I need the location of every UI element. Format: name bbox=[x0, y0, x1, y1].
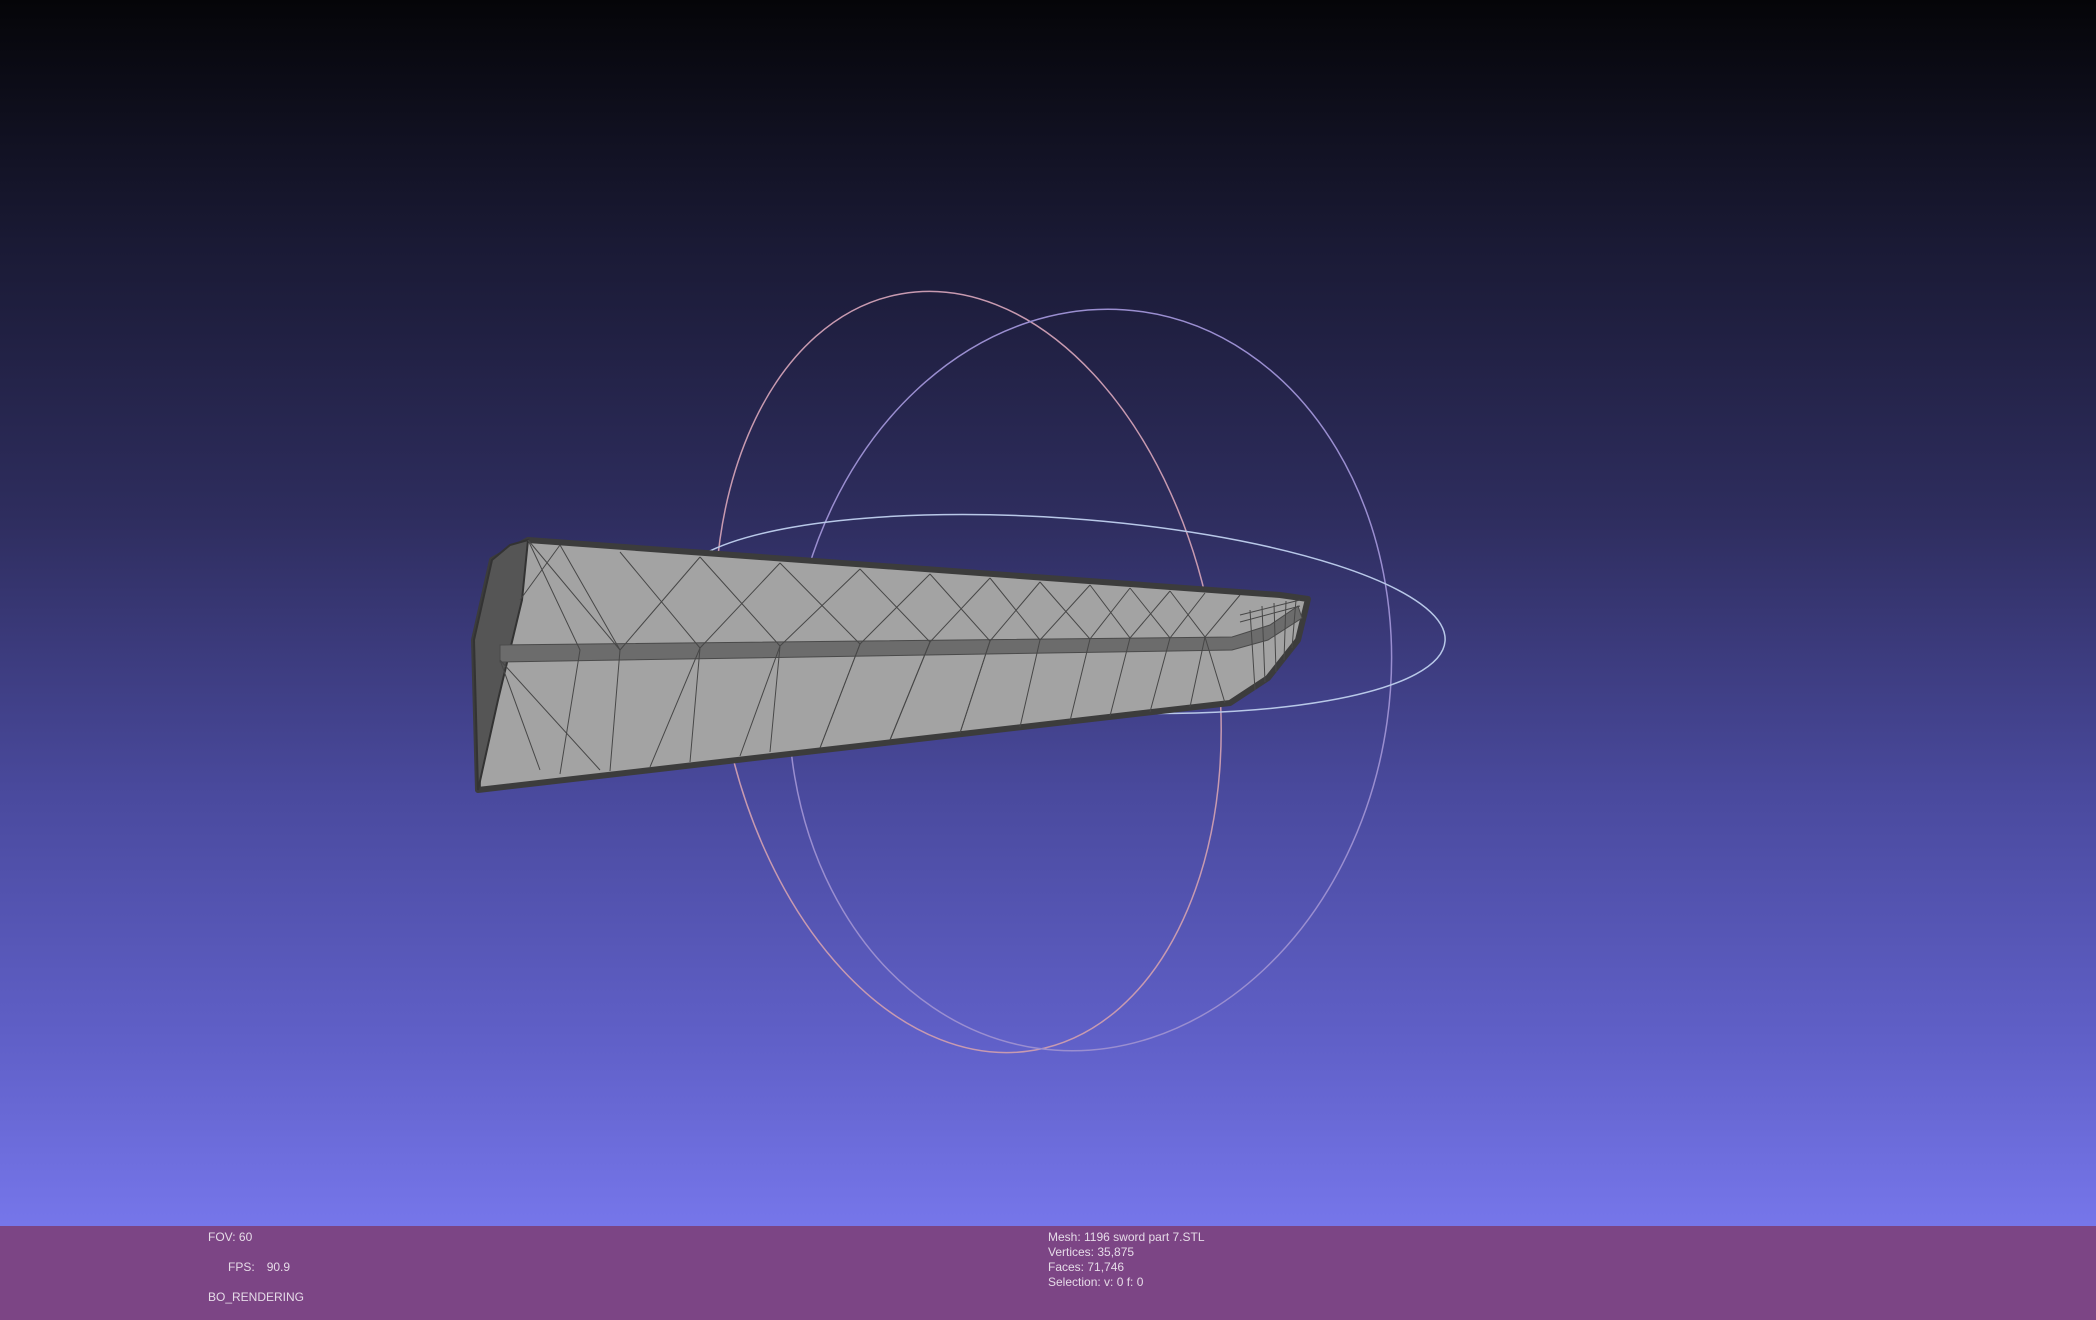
render-mode-readout: BO_RENDERING bbox=[208, 1290, 305, 1304]
status-info-bar: FOV: 60 FPS: 90.9 BO_RENDERING Mesh: 1196… bbox=[0, 1226, 2096, 1320]
mesh-name: Mesh: 1196 sword part 7.STL bbox=[1048, 1230, 1205, 1244]
fps-readout: FPS: 90.9 bbox=[208, 1245, 304, 1290]
fov-readout: FOV: 60 bbox=[208, 1230, 253, 1244]
mesh-info: Mesh: 1196 sword part 7.STL Vertices: 35… bbox=[1048, 1230, 1205, 1290]
blade-surface[interactable] bbox=[471, 537, 1311, 793]
3d-viewport[interactable] bbox=[0, 0, 2096, 1226]
scene-canvas[interactable] bbox=[0, 0, 2096, 1226]
selection-count: Selection: v: 0 f: 0 bbox=[1048, 1275, 1144, 1289]
face-count: Faces: 71,746 bbox=[1048, 1260, 1125, 1274]
render-info: FOV: 60 FPS: 90.9 BO_RENDERING bbox=[208, 1230, 304, 1305]
vertex-count: Vertices: 35,875 bbox=[1048, 1245, 1135, 1259]
mesh-model[interactable] bbox=[471, 537, 1311, 793]
fps-label: FPS: bbox=[228, 1260, 255, 1274]
fps-value: 90.9 bbox=[266, 1260, 291, 1274]
